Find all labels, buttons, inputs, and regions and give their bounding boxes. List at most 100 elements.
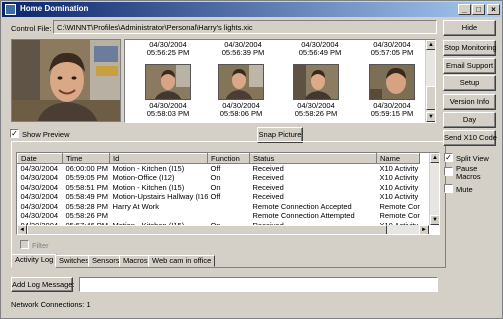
gallery-scroll-thumb[interactable] xyxy=(426,86,435,110)
split-view-checkbox[interactable]: ✓ xyxy=(444,153,453,162)
table-row[interactable]: 04/30/2004 06:00:00 PM Motion - Kitchen (I… xyxy=(18,164,420,174)
control-file-path: C:\WINNT\Profiles\Administrator\Personal… xyxy=(53,20,437,34)
cell-time: 05:58:49 PM xyxy=(65,192,109,202)
email-support-button[interactable]: Email Support xyxy=(443,58,496,74)
snapshot-time: 05:58:06 PM xyxy=(219,109,263,118)
snapshot-top-1[interactable]: 04/30/2004 05:56:25 PM xyxy=(133,41,203,57)
cell-id: Harry At Work xyxy=(112,201,160,211)
minimize-button[interactable]: _ xyxy=(458,4,471,15)
table-row[interactable]: 04/30/2004 05:59:05 PM Motion-Office (I12)… xyxy=(18,173,420,183)
col-function[interactable]: Function xyxy=(207,153,250,164)
snapshot-top-4[interactable]: 04/30/2004 05:57:05 PM xyxy=(357,41,427,57)
cell-function: On xyxy=(210,173,221,183)
hide-button[interactable]: Hide xyxy=(443,20,496,36)
table-row[interactable]: 04/30/2004 05:58:28 PM Harry At Work Remote… xyxy=(18,202,420,212)
snapshot-bottom-1[interactable]: 04/30/2004 05:58:03 PM xyxy=(133,102,203,118)
scroll-down-icon[interactable]: ▼ xyxy=(426,112,435,122)
filter-checkbox[interactable] xyxy=(20,240,29,249)
show-preview-label: Show Preview xyxy=(22,130,70,139)
table-row[interactable]: 04/30/2004 05:58:49 PM Motion-Upstairs Hal… xyxy=(18,192,420,202)
scroll-right-icon[interactable]: ► xyxy=(419,225,429,234)
cell-date: 04/30/2004 xyxy=(20,164,59,173)
tab-activity-log[interactable]: Activity Log xyxy=(11,254,58,268)
snapshot-bottom-2[interactable]: 04/30/2004 05:58:06 PM xyxy=(206,102,276,118)
send-x10-code-button[interactable]: Send X10 Code xyxy=(443,130,497,146)
cell-date: 04/30/2004 xyxy=(20,173,59,183)
scroll-left-icon[interactable]: ◄ xyxy=(17,225,27,234)
cell-function xyxy=(208,211,250,221)
cell-time: 06:00:00 PM xyxy=(65,164,109,173)
day-button[interactable]: Day xyxy=(443,112,496,128)
col-status[interactable]: Status xyxy=(249,153,377,164)
log-message-input[interactable] xyxy=(79,277,438,292)
cell-name: X10 Activity xyxy=(379,182,419,192)
scroll-up-icon[interactable]: ▲ xyxy=(426,40,435,50)
cell-status: Received xyxy=(252,182,284,192)
activity-log-table[interactable]: Date Time Id Function Status Name 04/30/… xyxy=(16,152,440,235)
cell-id: Motion - Kitchen (I15) xyxy=(112,182,185,192)
snapshot-bottom-3[interactable]: 04/30/2004 05:58:26 PM xyxy=(281,102,351,118)
add-log-message-button[interactable]: Add Log Message: xyxy=(11,277,75,292)
cell-date: 04/30/2004 xyxy=(20,192,59,202)
tab-macros[interactable]: Macros xyxy=(119,255,152,267)
cell-function: Off xyxy=(210,192,221,202)
gallery-scrollbar[interactable]: ▲ ▼ xyxy=(425,40,435,122)
title-bar[interactable]: Home Domination _ □ × xyxy=(2,2,501,17)
snapshot-time: 05:56:49 PM xyxy=(298,48,342,57)
table-row[interactable]: 04/30/2004 05:58:26 PM Remote Connection A… xyxy=(18,211,420,221)
snapshot-top-2[interactable]: 04/30/2004 05:56:39 PM xyxy=(208,41,278,57)
cell-name: Remote Conn xyxy=(379,201,420,211)
pause-macros-checkbox[interactable] xyxy=(444,167,453,176)
scroll-up-icon[interactable]: ▲ xyxy=(430,153,439,163)
window-title: Home Domination xyxy=(20,4,89,13)
snapshot-image-1[interactable] xyxy=(145,64,191,100)
col-id[interactable]: Id xyxy=(109,153,208,164)
split-view-label: Split View xyxy=(456,154,489,163)
log-hscroll-thumb[interactable] xyxy=(27,225,387,234)
maximize-button[interactable]: □ xyxy=(472,4,485,15)
cell-id: Motion - Kitchen (I15) xyxy=(112,164,185,173)
setup-button[interactable]: Setup xyxy=(443,75,496,91)
network-connections-status: Network Connections: 1 xyxy=(11,300,91,309)
log-hscrollbar[interactable]: ◄ ► xyxy=(17,225,429,234)
scroll-down-icon[interactable]: ▼ xyxy=(430,215,439,225)
version-info-button[interactable]: Version Info xyxy=(443,94,496,110)
tab-web-cam-in-office[interactable]: Web cam in office xyxy=(148,255,216,267)
cell-name: X10 Activity xyxy=(379,164,419,173)
snapshot-time: 05:56:39 PM xyxy=(221,48,265,57)
snapshot-bottom-4[interactable]: 04/30/2004 05:59:15 PM xyxy=(357,102,427,118)
cell-name: X10 Activity xyxy=(379,173,419,183)
main-window: Home Domination _ □ × Control File: C:\W… xyxy=(0,0,503,319)
stop-monitoring-button[interactable]: Stop Monitoring xyxy=(443,40,497,56)
snapshot-top-3[interactable]: 04/30/2004 05:56:49 PM xyxy=(285,41,355,57)
webcam-preview xyxy=(11,39,121,122)
cell-time: 05:58:26 PM xyxy=(65,211,109,221)
mute-checkbox[interactable] xyxy=(444,184,453,193)
snapshot-time: 05:57:05 PM xyxy=(370,48,414,57)
control-file-label: Control File: xyxy=(11,24,52,33)
cell-status: Received xyxy=(252,164,284,173)
snapshot-image-4[interactable] xyxy=(369,64,415,100)
cell-function: On xyxy=(210,182,221,192)
log-vscrollbar[interactable]: ▲ ▼ xyxy=(429,153,439,225)
table-row[interactable]: 04/30/2004 05:58:51 PM Motion - Kitchen (I… xyxy=(18,183,420,193)
col-name[interactable]: Name xyxy=(376,153,420,164)
col-date[interactable]: Date xyxy=(17,153,63,164)
cell-date: 04/30/2004 xyxy=(20,211,59,221)
snapshot-gallery[interactable]: 04/30/2004 05:56:25 PM 04/30/2004 05:56:… xyxy=(124,39,436,123)
cell-id: Motion-Office (I12) xyxy=(112,173,175,183)
cell-status: Remote Connection Attempted xyxy=(252,211,355,221)
col-time[interactable]: Time xyxy=(62,153,110,164)
close-button[interactable]: × xyxy=(487,4,500,15)
show-preview-checkbox[interactable]: ✓ xyxy=(10,129,19,138)
cell-name: Remote Conn xyxy=(379,211,420,221)
snapshot-image-2[interactable] xyxy=(218,64,264,100)
cell-status: Received xyxy=(252,173,284,183)
mute-label: Mute xyxy=(456,185,473,194)
snapshot-time: 05:58:26 PM xyxy=(294,109,338,118)
filter-label: Filter xyxy=(32,241,49,250)
pause-macros-label: Pause Macros xyxy=(456,164,481,181)
snapshot-image-3[interactable] xyxy=(293,64,339,100)
app-icon xyxy=(5,4,16,15)
cell-function: Off xyxy=(210,164,221,173)
